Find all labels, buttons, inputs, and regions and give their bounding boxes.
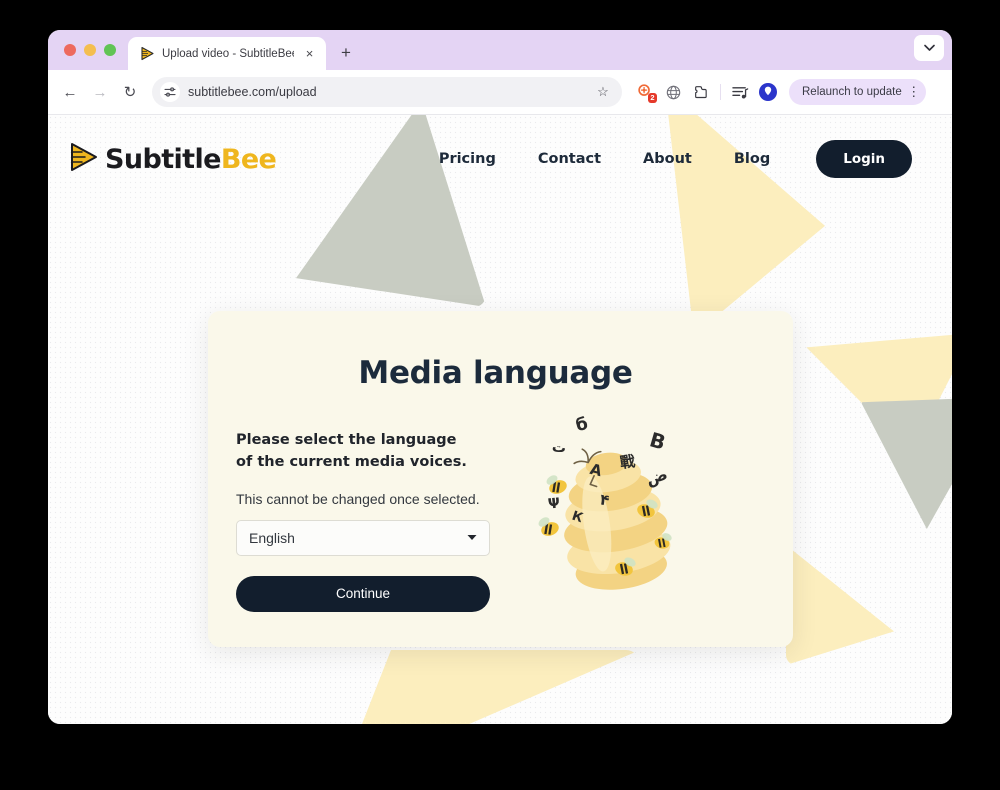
floating-letter-7: Ψ — [547, 495, 561, 513]
modal-title: Media language — [358, 355, 633, 391]
floating-letter-1: ت — [550, 439, 568, 457]
nav-link-about[interactable]: About — [643, 151, 692, 167]
extension-badge-count: 2 — [647, 93, 657, 103]
forward-button[interactable]: → — [86, 78, 114, 106]
close-tab-button[interactable]: × — [301, 45, 318, 62]
subtitlebee-play-icon — [140, 46, 155, 61]
caret-down-icon — [467, 533, 477, 543]
site-navigation: Pricing Contact About Blog Login — [439, 140, 912, 178]
nav-link-blog[interactable]: Blog — [734, 151, 770, 167]
bookmark-star-icon[interactable]: ☆ — [594, 83, 612, 101]
extension-puzzle-icon[interactable]: 2 — [632, 79, 658, 105]
logo-word-bee: Bee — [220, 143, 277, 175]
close-window-button[interactable] — [64, 44, 76, 56]
address-bar-url: subtitlebee.com/upload — [188, 85, 317, 99]
profile-avatar-icon[interactable] — [755, 79, 781, 105]
site-logo[interactable]: SubtitleBee — [66, 140, 277, 179]
nav-link-contact[interactable]: Contact — [538, 151, 601, 167]
browser-tab-title: Upload video - SubtitleBee - — [162, 47, 294, 60]
browser-tab-strip: Upload video - SubtitleBee - × + — [48, 30, 952, 70]
back-button[interactable]: ← — [56, 78, 84, 106]
language-select[interactable]: English — [236, 519, 490, 556]
bee-2 — [538, 517, 559, 536]
login-button[interactable]: Login — [816, 140, 912, 178]
toolbar-divider — [720, 84, 721, 100]
decorative-yellow-shape-3 — [340, 650, 640, 724]
minimize-window-button[interactable] — [84, 44, 96, 56]
globe-icon[interactable] — [660, 79, 686, 105]
modal-note-text: This cannot be changed once selected. — [236, 490, 480, 507]
media-language-modal: Media language Please select the languag… — [208, 311, 793, 647]
site-logo-wordmark: SubtitleBee — [105, 143, 277, 175]
nav-link-pricing[interactable]: Pricing — [439, 151, 496, 167]
tune-icon[interactable] — [160, 82, 180, 102]
language-select-value: English — [249, 529, 295, 546]
decorative-yellow-shape-2 — [786, 545, 894, 665]
site-header: SubtitleBee Pricing Contact About Blog L… — [48, 115, 952, 203]
address-bar[interactable]: subtitlebee.com/upload ☆ — [152, 77, 622, 107]
chrome-menu-icon[interactable]: ⋮ — [906, 84, 922, 100]
decorative-gray-triangle-2 — [861, 397, 952, 529]
reload-button[interactable]: ↻ — [116, 78, 144, 106]
chevron-down-icon[interactable] — [914, 35, 944, 61]
relaunch-to-update-button[interactable]: Relaunch to update ⋮ — [789, 79, 926, 105]
relaunch-label: Relaunch to update — [802, 86, 902, 98]
new-tab-button[interactable]: + — [332, 39, 360, 67]
bee-play-logo-icon — [66, 140, 100, 179]
browser-tab[interactable]: Upload video - SubtitleBee - × — [128, 37, 326, 70]
beehive-with-letters-illustration: бتA戰Bض۴ΨК — [528, 414, 755, 612]
modal-body: Please select the language of the curren… — [236, 414, 755, 612]
floating-letter-3: 戰 — [618, 452, 637, 472]
window-traffic-lights — [58, 30, 128, 70]
puzzle-icon[interactable] — [688, 79, 714, 105]
reading-list-icon[interactable] — [727, 79, 753, 105]
logo-word-subtitle: Subtitle — [105, 143, 221, 175]
page-viewport: SubtitleBee Pricing Contact About Blog L… — [48, 115, 952, 724]
browser-window: Upload video - SubtitleBee - × + ← → ↻ s… — [48, 30, 952, 724]
continue-button[interactable]: Continue — [236, 575, 490, 612]
bee-1 — [546, 475, 567, 494]
maximize-window-button[interactable] — [104, 44, 116, 56]
modal-instruction-text: Please select the language of the curren… — [236, 432, 467, 471]
browser-toolbar: ← → ↻ subtitlebee.com/upload ☆ 2 Relaunc… — [48, 70, 952, 115]
modal-form-column: Please select the language of the curren… — [236, 429, 524, 612]
